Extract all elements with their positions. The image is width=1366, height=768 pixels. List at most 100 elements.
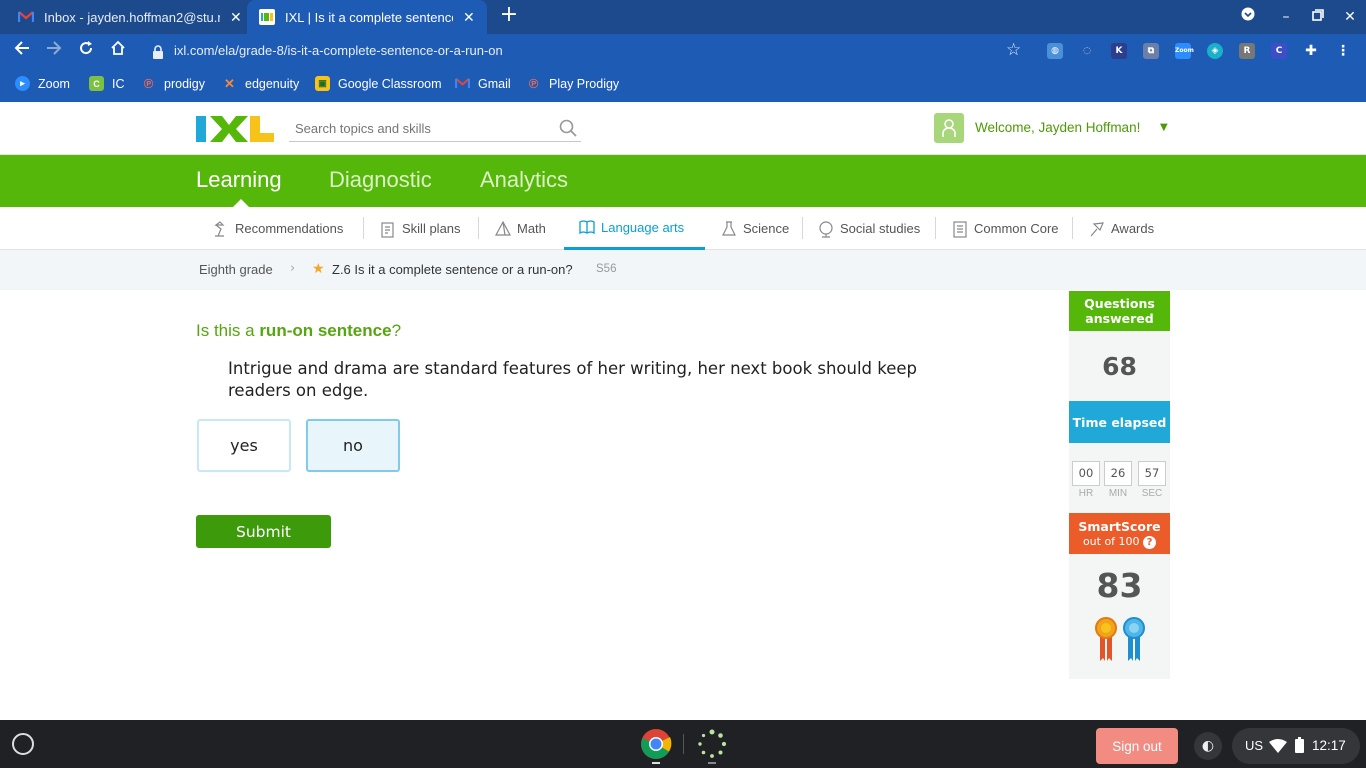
clock-time[interactable]: 12:17 [1312,738,1346,753]
keyboard-locale[interactable]: US [1245,738,1263,753]
subnav-recommendations[interactable]: Recommendations [212,207,343,250]
ixl-logo[interactable] [196,114,274,144]
prodigy-icon: ℗ [143,76,154,91]
bookmark-ic[interactable]: C IC [89,76,125,91]
extension-c-icon[interactable]: C [1271,43,1287,59]
minimize-icon[interactable]: – [1275,6,1297,28]
bookmark-label: Zoom [38,76,70,91]
document-icon [951,220,969,238]
smartscore-value: 83 [1096,566,1143,605]
url-text[interactable]: ixl.com/ela/grade-8/is-it-a-complete-sen… [174,43,503,58]
avatar[interactable] [934,113,964,143]
menu-kebab-icon[interactable]: ⋮ [1335,43,1351,59]
trophy-icon [1088,220,1106,238]
bookmark-label: edgenuity [245,76,300,91]
new-tab-button[interactable]: + [498,4,520,26]
subnav-social-studies[interactable]: Social studies [817,207,920,250]
time-hours: 00 [1072,461,1100,486]
subnav-common-core[interactable]: Common Core [951,207,1059,250]
lock-icon[interactable] [152,44,164,59]
extension-circle-icon[interactable]: ◈ [1207,43,1223,59]
subnav-label: Social studies [840,221,921,236]
nav-learning[interactable]: Learning [196,167,282,193]
bookmark-label: Play Prodigy [549,76,620,91]
launcher-icon[interactable] [12,733,34,755]
bookmark-prodigy[interactable]: ℗ prodigy [141,76,205,91]
wifi-icon[interactable] [1269,738,1287,757]
subnav-awards[interactable]: Awards [1088,207,1154,250]
classroom-icon: ▣ [315,76,330,91]
questions-answered-label: Questions answered [1069,291,1170,331]
smartscore-header[interactable]: SmartScore out of 100 ? [1069,513,1170,554]
search-box [289,116,581,142]
chrome-icon[interactable] [640,728,672,764]
nav-diagnostic[interactable]: Diagnostic [329,167,432,193]
subnav-label: Science [743,221,790,236]
question-prompt: Is this a run-on sentence? [196,321,401,341]
tab-ixl[interactable]: IXL | Is it a complete sentence or ✕ [247,0,487,34]
extension-r-icon[interactable]: R [1239,43,1255,59]
zoom-icon: ▸ [15,76,30,91]
help-icon[interactable]: ? [1143,535,1157,549]
close-window-icon[interactable]: ✕ [1339,6,1361,28]
close-tab-icon[interactable]: ✕ [230,9,242,26]
bookmark-label: IC [112,76,125,91]
submit-button[interactable]: Submit [196,515,331,548]
divider [802,217,803,239]
subnav-language-arts[interactable]: Language arts [564,207,705,250]
home-icon[interactable] [107,40,129,62]
edgenuity-icon: ✕ [224,75,235,91]
prodigy-icon: ℗ [528,76,539,91]
time-unit-sec: SEC [1141,488,1163,499]
search-input[interactable] [289,116,539,140]
answer-yes-button[interactable]: yes [197,419,291,472]
tab-search-icon[interactable] [1237,6,1259,28]
subnav-label: Recommendations [235,221,344,236]
time-unit-hr: HR [1078,488,1094,499]
answer-no-button[interactable]: no [306,419,400,472]
active-nav-pointer [233,199,249,207]
clipboard-icon [379,220,397,238]
bookmark-star-icon[interactable]: ☆ [1006,40,1021,60]
breadcrumb-skill: Z.6 Is it a complete sentence or a run-o… [332,262,573,277]
extension-globe-icon[interactable]: ◍ [1047,43,1063,59]
subnav-skill-plans[interactable]: Skill plans [379,207,461,250]
bookmark-label: Google Classroom [338,76,442,91]
close-tab-icon[interactable]: ✕ [463,9,475,26]
subnav-math[interactable]: Math [494,207,546,250]
subnav-science[interactable]: Science [720,207,789,250]
extension-zoom-icon[interactable]: Zoom [1175,43,1194,59]
extension-copy-icon[interactable]: ⧉ [1143,43,1159,59]
forward-icon[interactable] [43,40,65,62]
battery-icon[interactable] [1295,737,1304,757]
breadcrumb-grade[interactable]: Eighth grade [199,262,273,277]
bookmark-play-prodigy[interactable]: ℗ Play Prodigy [526,76,619,91]
gmail-icon [18,9,34,25]
nav-analytics[interactable]: Analytics [480,167,568,193]
running-indicator [652,762,660,764]
bookmark-google-classroom[interactable]: ▣ Google Classroom [315,76,442,91]
bookmark-label: Gmail [478,76,511,91]
sign-out-button[interactable]: Sign out [1096,728,1178,764]
time-seconds: 57 [1138,461,1166,486]
extension-loading-icon[interactable]: ◌ [1079,43,1095,59]
tab-gmail[interactable]: Inbox - jayden.hoffman2@stu.m ✕ [18,0,242,34]
search-icon[interactable] [559,119,577,141]
bookmark-zoom[interactable]: ▸ Zoom [15,76,70,91]
star-icon[interactable]: ★ [312,261,325,277]
app-loading-icon[interactable] [696,728,728,764]
bookmark-gmail[interactable]: Gmail [455,76,511,91]
welcome-text[interactable]: Welcome, Jayden Hoffman! [975,120,1140,135]
bookmark-edgenuity[interactable]: ✕ edgenuity [222,76,299,91]
accessibility-icon[interactable]: ◐ [1194,732,1222,760]
prompt-prefix: Is this a [196,321,260,340]
divider [478,217,479,239]
reload-icon[interactable] [75,40,97,62]
back-icon[interactable] [11,40,33,62]
running-indicator [708,762,716,764]
globe-icon [817,220,835,238]
restore-icon[interactable] [1307,6,1329,28]
chevron-down-icon[interactable]: ▼ [1160,122,1168,133]
extensions-puzzle-icon[interactable]: ✚ [1303,43,1319,59]
extension-k-icon[interactable]: K [1111,43,1127,59]
